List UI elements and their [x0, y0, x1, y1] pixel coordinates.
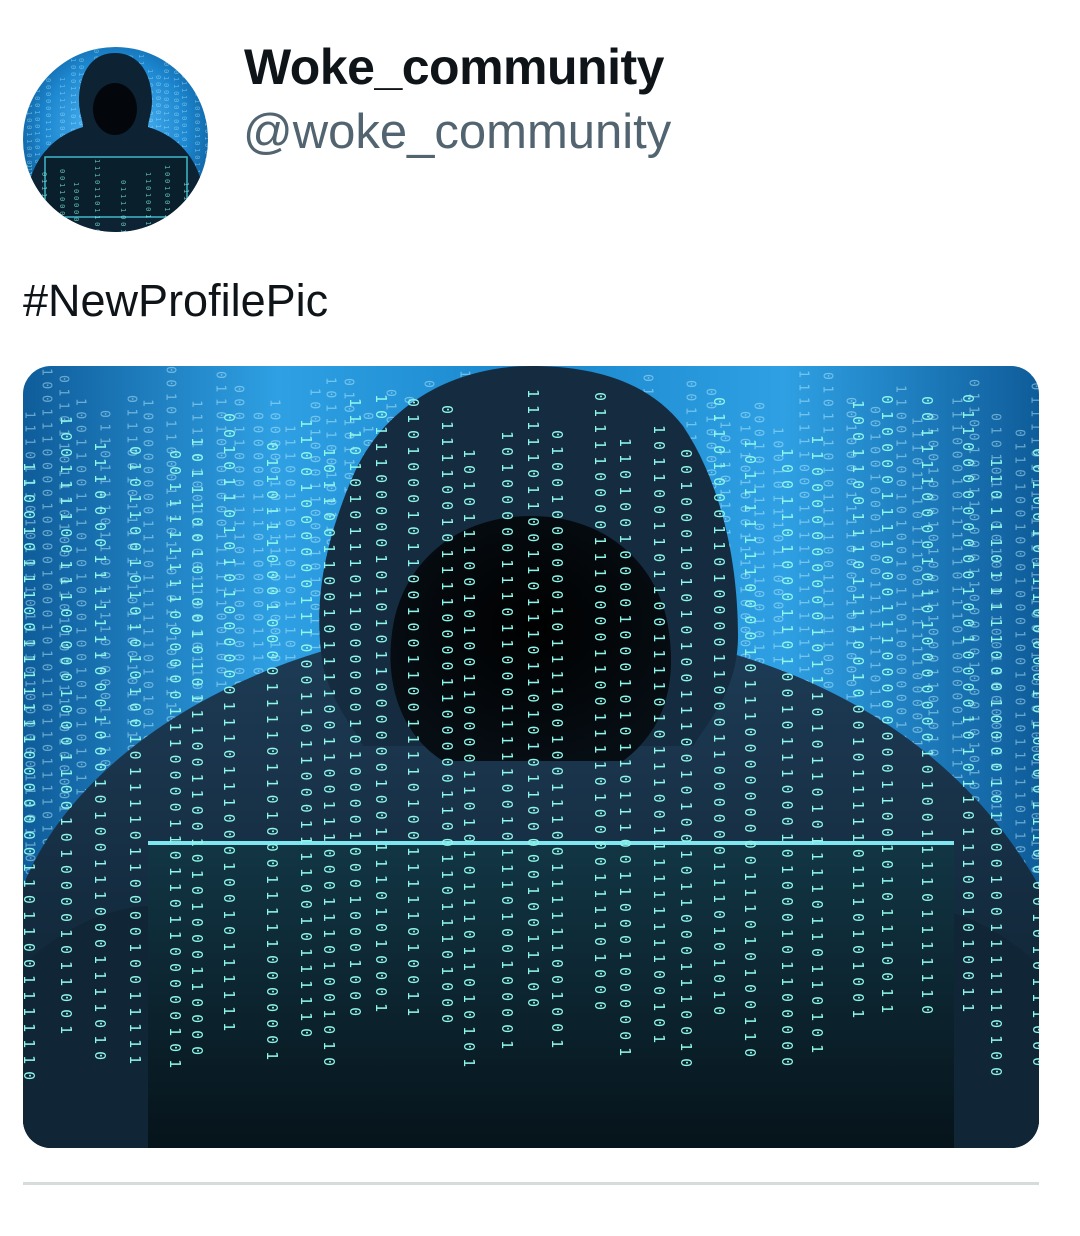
binary-code-column: 001011010101000000111011100010010111111 [220, 413, 238, 1038]
binary-code-column: 110000000000101110101101011110110110101 [808, 435, 826, 1060]
binary-code-column: 001001011100000101000011100001010111000 [1029, 448, 1039, 1073]
binary-code-column: 001000101010100111001010010110001110010 [677, 449, 695, 1074]
binary-code-column: 011110000111000011001111010000111101000 [591, 392, 609, 1017]
binary-code-column: 011000000000100100001010110111001010011 [959, 394, 977, 1019]
binary-code-column: 011011100010000111101101000111110000001 [263, 442, 281, 1067]
tweet-text: #NewProfilePic [23, 275, 328, 327]
binary-code-column: 11100101110100001001100 [203, 59, 208, 220]
binary-code-column: 100110100011010010111000101000101100000 [778, 448, 796, 1073]
binary-code-column: 10001011001100010100011 [25, 62, 33, 223]
tweet-divider [23, 1182, 1039, 1185]
binary-code-column: 10010011001010001101001 [163, 165, 171, 232]
binary-code-column: 101100110010111100110011100011101001010 [320, 448, 338, 1073]
binary-code-column: 11101101100001101110111 [93, 159, 101, 232]
binary-code-column: 11101011111010010110000 [182, 182, 190, 232]
binary-code-column: 011010001101000011000110000001110101010 [710, 397, 728, 1022]
hashtag-link[interactable]: #NewProfilePic [23, 275, 328, 326]
binary-code-column: 001111111100000011100001101101100000101 [166, 450, 184, 1075]
user-handle[interactable]: @woke_community [243, 104, 671, 160]
binary-code-column: 110111011111000100001010001001111110100 [987, 458, 1005, 1083]
binary-code-column: 100111100111000001000110010100001011001 [57, 416, 75, 1041]
binary-code-column: 101110010100101011100110010101000110000 [188, 437, 206, 1062]
binary-code-column: 100110011101111001000101111101110101001 [849, 400, 867, 1025]
binary-code-column: 011110010111100001100000110011011101000 [438, 405, 456, 1030]
binary-code-column: 10011001001001000101001 [33, 61, 41, 222]
binary-code-column: 101000001110110001111100101110100100001 [498, 431, 516, 1056]
binary-code-column: 00110001110011110111111 [58, 169, 66, 232]
binary-code-column: 001111000010101000000010100111101111110 [918, 396, 936, 1021]
binary-code-column: 111110110011011101101010110000010011100 [524, 389, 542, 1014]
hooded-hacker-image-icon: 1110111010101101101010000001110110001000… [23, 366, 1039, 1148]
binary-code-column: 101011100101001100001101010111011010101 [460, 449, 478, 1074]
binary-code-column: 11010011001000111100000 [144, 172, 152, 232]
binary-code-column: 010100010110010011001111010011111010011 [404, 398, 422, 1023]
binary-code-column: 110010000001110001101100011110010111110 [297, 419, 315, 1044]
binary-code-column: 101111111000010111000000000111010100110 [741, 439, 759, 1064]
display-name[interactable]: Woke_community [244, 38, 664, 96]
binary-code-column: 101100110110011110101110011111111100101 [650, 425, 668, 1050]
binary-code-column: 01111011100011111100101 [40, 172, 48, 232]
binary-code-column: 101110000010101011000000100111101010001 [372, 394, 390, 1019]
binary-code-column: 010110010101010100101111011000010011111 [126, 446, 144, 1071]
binary-code-column: 10000000000000001000010 [72, 182, 80, 232]
binary-code-column: 111000011111110001000101001110001111010 [91, 442, 109, 1067]
binary-code-column: 111010101110110000001010000100010001000 [346, 398, 364, 1023]
binary-code-column: 010010000001011110010011100111111001001 [548, 430, 566, 1055]
hooded-hacker-avatar-icon: 10001011001100010100011 10011001001001000… [23, 47, 208, 232]
tweet-media-image[interactable]: 1110111010101101101010000001110110001000… [23, 366, 1039, 1148]
binary-code-column: 11010001110000100011000 [25, 164, 33, 232]
tweet-card: 10001011001100010100011 10011001001001000… [0, 0, 1080, 1236]
binary-code-column: 110100100001000101011011100110001000001 [616, 438, 634, 1063]
profile-avatar[interactable]: 10001011001100010100011 10011001001001000… [23, 47, 208, 232]
binary-code-column: 110010111001111111000000011011001111110 [23, 462, 38, 1087]
binary-code-column: 01111001110010110010011 [119, 180, 127, 232]
binary-code-column: 010000111100011100000000110010101110011 [878, 395, 896, 1020]
